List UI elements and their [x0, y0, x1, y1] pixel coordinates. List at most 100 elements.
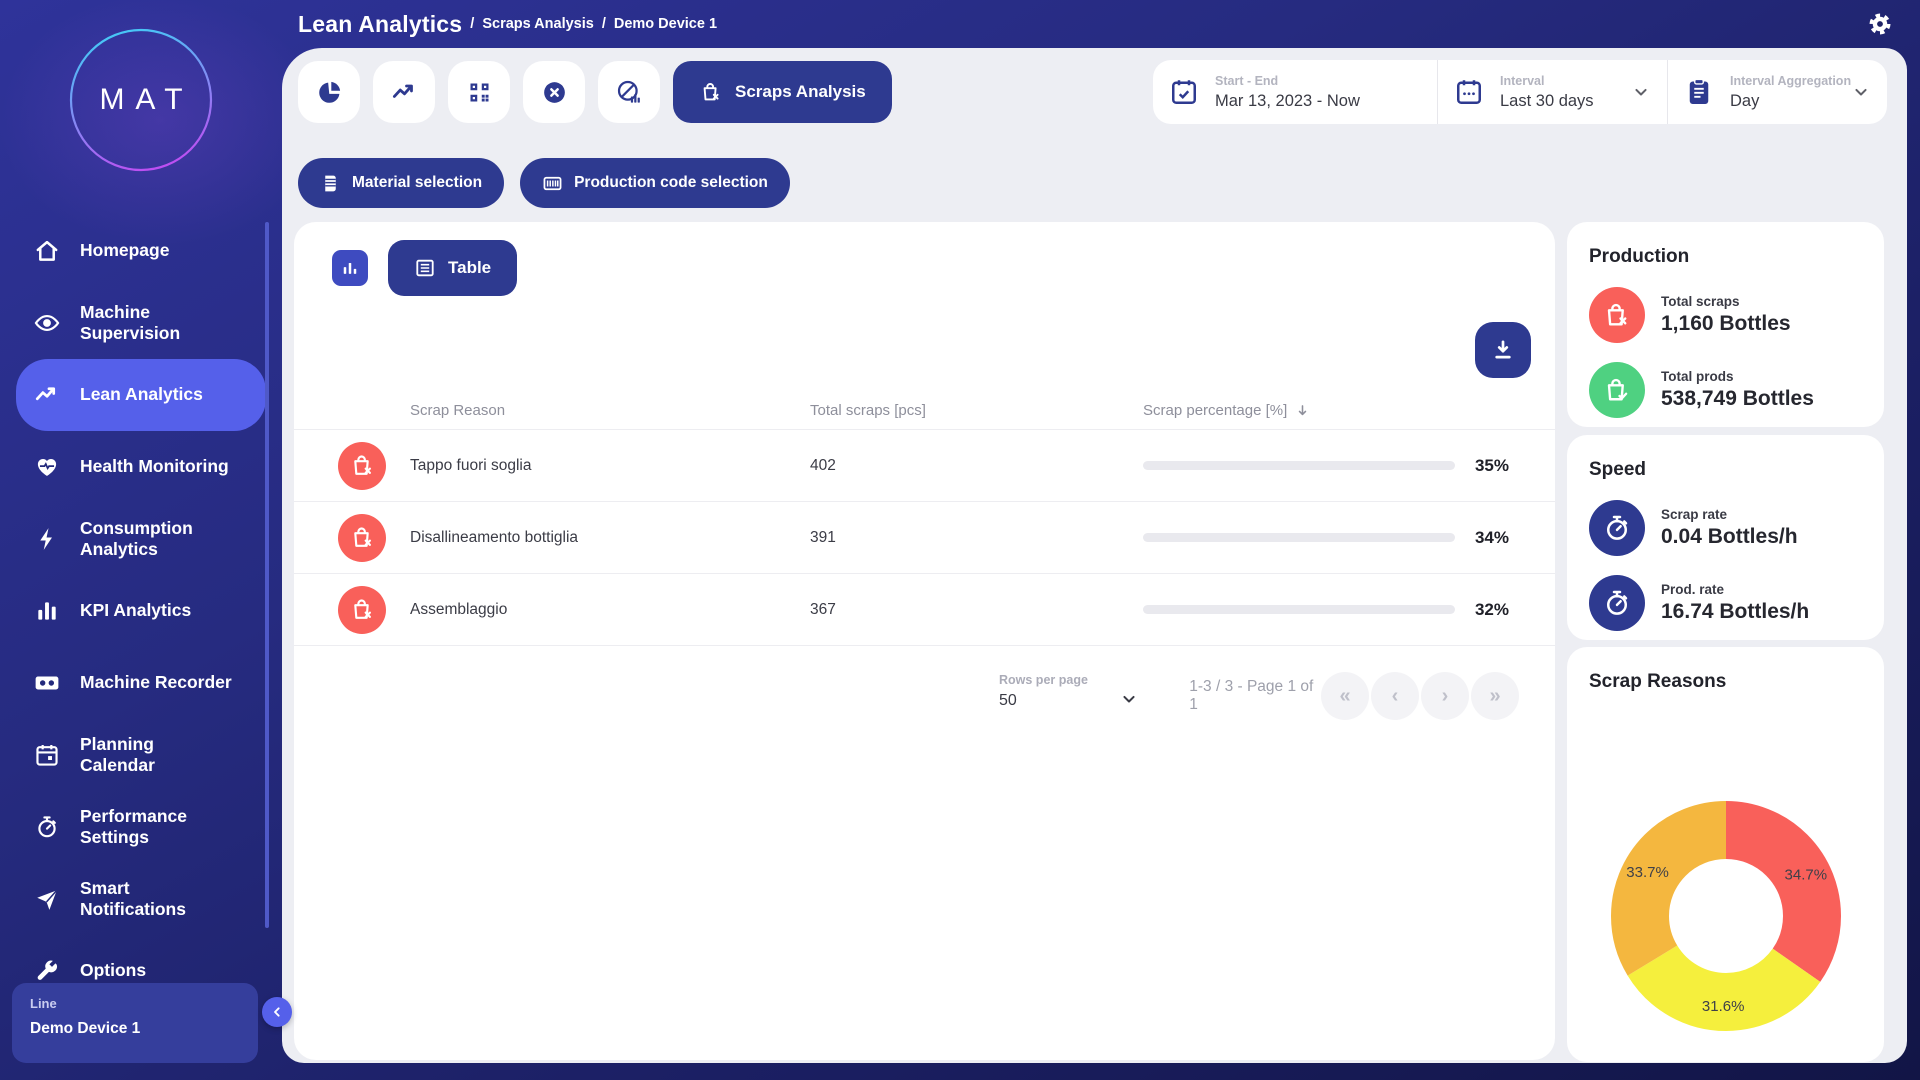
total-scraps-cell: 367: [810, 601, 1143, 619]
app: MAT HomepageMachine SupervisionLean Anal…: [0, 0, 1920, 1080]
bagx-icon: [1589, 287, 1645, 343]
bag-x-icon: [338, 514, 386, 562]
aggregation-value: Day: [1730, 92, 1851, 111]
table-icon: [414, 257, 436, 279]
sidebar-nav: HomepageMachine SupervisionLean Analytic…: [0, 215, 282, 1007]
pager-buttons: «‹›»: [1321, 672, 1519, 720]
bag-x-icon: [699, 80, 723, 104]
sidebar-scrollbar[interactable]: [265, 222, 269, 928]
first-page-button[interactable]: «: [1321, 672, 1369, 720]
table-row[interactable]: Disallineamento bottiglia39134%: [294, 502, 1555, 574]
calendar-icon: [34, 742, 60, 768]
sidebar-item-label: Planning Calendar: [80, 734, 155, 777]
sidebar-item-lean-analytics[interactable]: Lean Analytics: [16, 359, 266, 431]
material-icon: [320, 173, 341, 194]
tab-gauge-button[interactable]: [598, 61, 660, 123]
production-code-selection-label: Production code selection: [574, 174, 768, 192]
sort-descending-icon: [1294, 402, 1311, 419]
sidebar-item-label: Smart Notifications: [80, 878, 186, 921]
scrap-reasons-title: Scrap Reasons: [1589, 671, 1862, 693]
send-icon: [34, 886, 60, 912]
tab-trendTab-button[interactable]: [373, 61, 435, 123]
table-view-toggle[interactable]: Table: [388, 240, 517, 296]
sidebar-item-performance-settings[interactable]: Performance Settings: [16, 791, 266, 863]
bar-chart-icon: [340, 258, 360, 278]
chevron-down-icon: [1631, 82, 1651, 102]
material-selection-button[interactable]: Material selection: [298, 158, 504, 208]
device-card[interactable]: Line Demo Device 1: [12, 983, 258, 1063]
stat-value: 16.74 Bottles/h: [1661, 600, 1809, 624]
scrap-reasons-donut-chart: 34.7%31.6%33.7%: [1601, 791, 1851, 1041]
home-icon: [34, 238, 60, 264]
aggregation-filter[interactable]: Interval Aggregation Day: [1667, 60, 1887, 124]
sidebar-item-consumption-analytics[interactable]: Consumption Analytics: [16, 503, 266, 575]
sidebar: MAT HomepageMachine SupervisionLean Anal…: [0, 0, 282, 1080]
sidebar-item-smart-notifications[interactable]: Smart Notifications: [16, 863, 266, 935]
production-code-selection-button[interactable]: Production code selection: [520, 158, 790, 208]
barcode-icon: [542, 173, 563, 194]
settings-button[interactable]: [1866, 10, 1894, 38]
cassette-icon: [34, 670, 60, 696]
aggregation-label: Interval Aggregation: [1730, 74, 1851, 88]
sidebar-item-kpi-analytics[interactable]: KPI Analytics: [16, 575, 266, 647]
eye-icon: [34, 310, 60, 336]
interval-filter[interactable]: Interval Last 30 days: [1437, 60, 1667, 124]
chart-view-toggle[interactable]: [332, 250, 368, 286]
trend-icon: [34, 382, 60, 408]
sidebar-item-label: Health Monitoring: [80, 456, 229, 477]
tab-pie-button[interactable]: [298, 61, 360, 123]
scrap-reason-cell: Assemblaggio: [410, 601, 810, 619]
sidebar-item-label: Consumption Analytics: [80, 518, 193, 561]
rows-per-page-label: Rows per page: [999, 673, 1143, 687]
topbar: Lean Analytics / Scraps Analysis / Demo …: [282, 0, 1920, 48]
bag-x-icon: [338, 442, 386, 490]
start-end-label: Start - End: [1215, 74, 1360, 88]
calendar-icon: [1454, 77, 1484, 107]
table-row[interactable]: Tappo fuori soglia40235%: [294, 430, 1555, 502]
next-page-button[interactable]: ›: [1421, 672, 1469, 720]
start-end-filter[interactable]: Start - End Mar 13, 2023 - Now: [1153, 60, 1437, 124]
previous-page-button[interactable]: ‹: [1371, 672, 1419, 720]
tab-scraps-analysis[interactable]: Scraps Analysis: [673, 61, 892, 123]
column-scrap-percentage[interactable]: Scrap percentage [%]: [1143, 402, 1555, 419]
scrap-percentage-value: 35%: [1455, 456, 1555, 476]
selection-buttons-row: Material selection Production code selec…: [298, 158, 790, 208]
sidebar-item-health-monitoring[interactable]: Health Monitoring: [16, 431, 266, 503]
column-scrap-reason[interactable]: Scrap Reason: [410, 402, 810, 419]
trendTab-icon: [391, 79, 418, 106]
clipboard-icon: [1684, 77, 1714, 107]
breadcrumb-section[interactable]: Scraps Analysis: [482, 16, 594, 32]
breadcrumb-device[interactable]: Demo Device 1: [614, 16, 717, 32]
pie-icon: [316, 79, 343, 106]
xcircle-icon: [541, 79, 568, 106]
sidebar-item-label: Options: [80, 960, 146, 981]
table-body: Tappo fuori soglia40235%Disallineamento …: [294, 430, 1555, 646]
rows-per-page-select[interactable]: Rows per page 50: [999, 673, 1143, 719]
tab-xcircle-button[interactable]: [523, 61, 585, 123]
table-row[interactable]: Assemblaggio36732%: [294, 574, 1555, 646]
sidebar-item-label: KPI Analytics: [80, 600, 191, 621]
sidebar-item-machine-recorder[interactable]: Machine Recorder: [16, 647, 266, 719]
sidebar-item-homepage[interactable]: Homepage: [16, 215, 266, 287]
bolt-icon: [34, 526, 60, 552]
sidebar-collapse-button[interactable]: [262, 997, 292, 1027]
device-name: Demo Device 1: [30, 1020, 240, 1038]
qr-icon: [466, 79, 493, 106]
bagcheck-icon: [1589, 362, 1645, 418]
sidebar-item-machine-supervision[interactable]: Machine Supervision: [16, 287, 266, 359]
stat-value: 0.04 Bottles/h: [1661, 525, 1798, 549]
download-button[interactable]: [1475, 322, 1531, 378]
tab-qr-button[interactable]: [448, 61, 510, 123]
donut-segment-label: 31.6%: [1701, 998, 1744, 1015]
total-scraps-cell: 391: [810, 529, 1143, 547]
table-header: Scrap Reason Total scraps [pcs] Scrap pe…: [294, 392, 1555, 430]
speed-card: Speed Scrap rate0.04 Bottles/hProd. rate…: [1567, 435, 1884, 640]
column-total-scraps[interactable]: Total scraps [pcs]: [810, 402, 1143, 419]
table-pagination: Rows per page 50 1-3 / 3 - Page 1 of 1 «…: [999, 668, 1519, 724]
stopwatch-icon: [1589, 575, 1645, 631]
sidebar-item-planning-calendar[interactable]: Planning Calendar: [16, 719, 266, 791]
last-page-button[interactable]: »: [1471, 672, 1519, 720]
gear-icon: [1866, 10, 1894, 38]
analysis-tabs-row: Scraps Analysis Start - End Mar 13, 2023…: [298, 60, 1887, 124]
download-icon: [1490, 337, 1516, 363]
